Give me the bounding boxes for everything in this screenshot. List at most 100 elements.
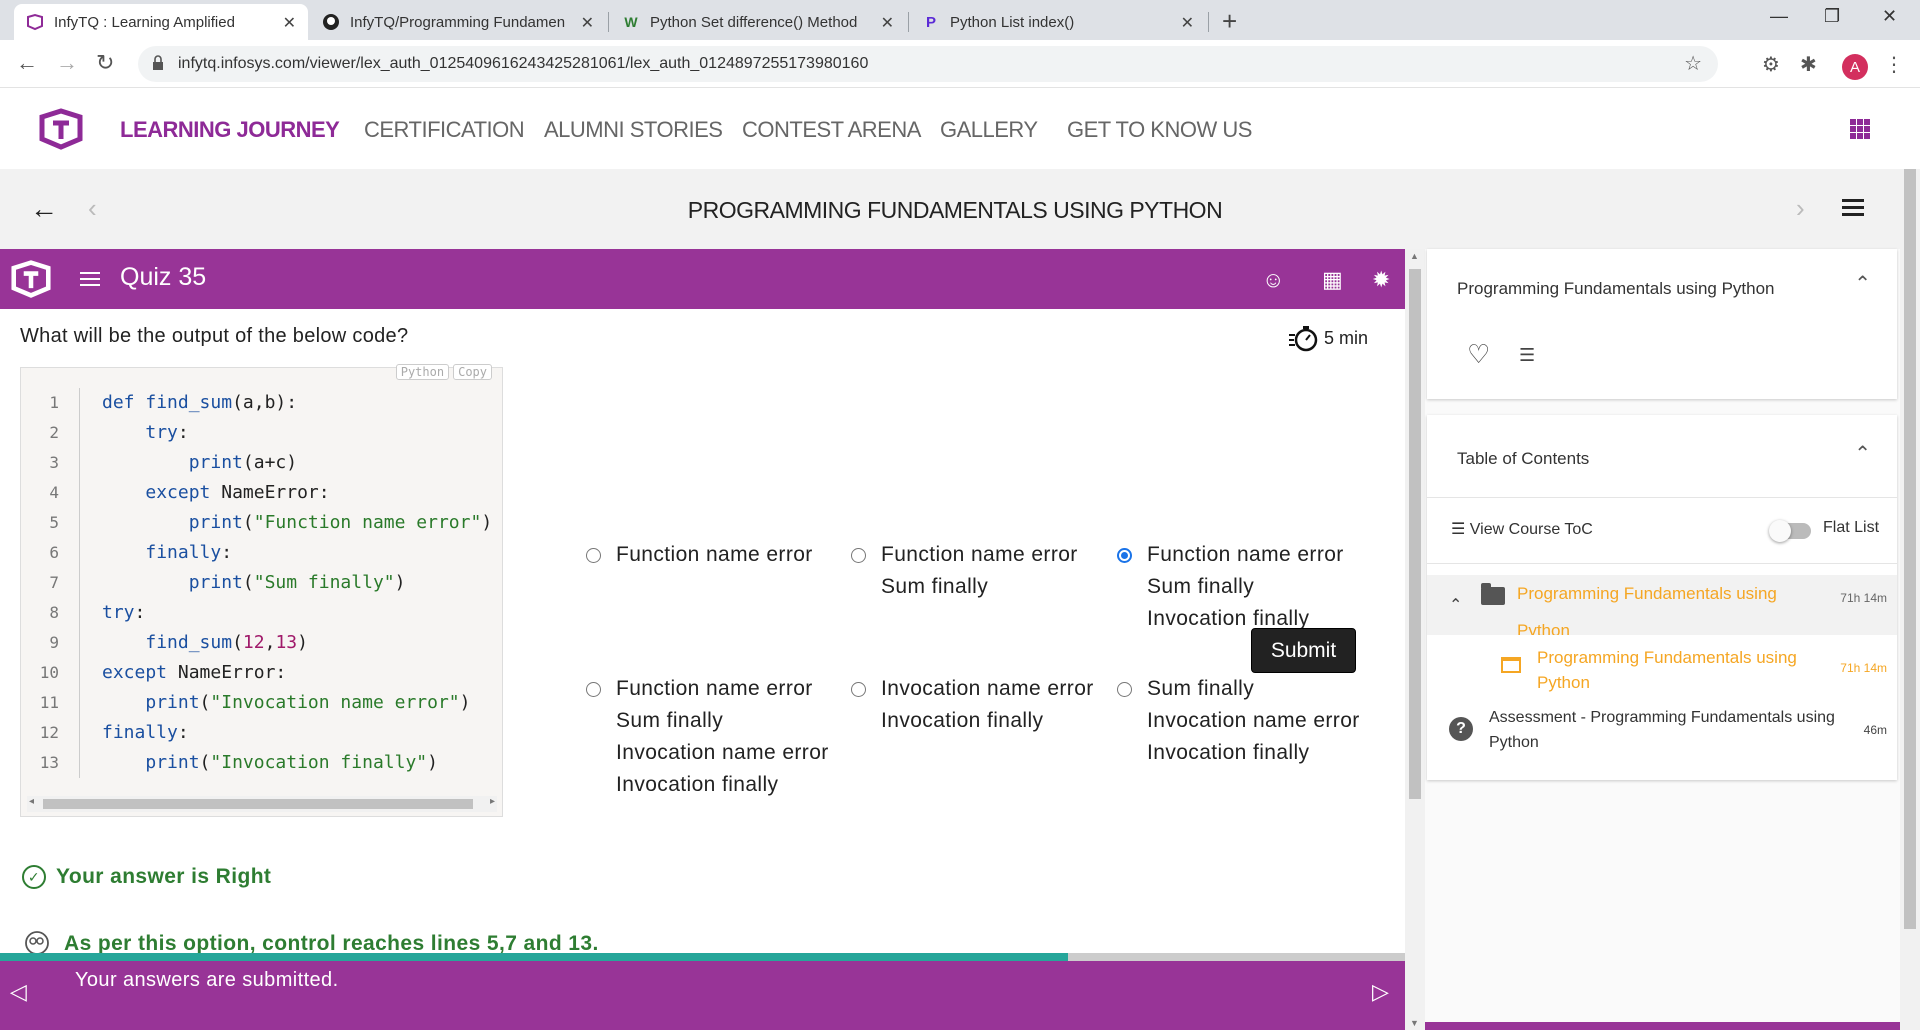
- toc-item[interactable]: ? Assessment - Programming Fundamentals …: [1427, 705, 1897, 765]
- back-arrow-icon[interactable]: ←: [16, 50, 38, 76]
- extensions-puzzle-icon[interactable]: ✱: [1800, 52, 1817, 77]
- flat-list-label: Flat List: [1823, 519, 1880, 536]
- line-number: 1: [49, 393, 59, 412]
- tab-title: InfyTQ : Learning Amplified: [54, 13, 235, 31]
- folder-icon: [1481, 583, 1505, 605]
- verdict-text: Your answer is Right: [56, 865, 272, 888]
- hamburger-menu-icon[interactable]: [1842, 199, 1864, 217]
- quiz-menu-icon[interactable]: [80, 272, 100, 290]
- tab-separator: [608, 12, 609, 32]
- nav-contest-arena[interactable]: CONTEST ARENA: [742, 117, 921, 143]
- radio-button[interactable]: [1117, 682, 1132, 697]
- code-block: Python Copy 1 def find_sum(a,b): 2 try: 3 pr…: [20, 364, 503, 817]
- code-horizontal-scrollbar[interactable]: ◂ ▸: [27, 796, 497, 812]
- code-line: 3 print(a+c): [21, 448, 502, 478]
- smiley-icon[interactable]: ☺: [1262, 267, 1284, 293]
- submit-button[interactable]: Submit: [1251, 628, 1356, 673]
- radio-button[interactable]: [1117, 548, 1132, 563]
- check-circle-icon: ✓: [22, 865, 46, 889]
- code-text: find_sum(12,13): [145, 632, 308, 653]
- line-number: 2: [49, 423, 59, 442]
- restore-icon[interactable]: ❐: [1824, 6, 1840, 27]
- code-text: finally:: [145, 542, 233, 563]
- forward-arrow-icon[interactable]: →: [56, 50, 78, 76]
- nav-learning-journey[interactable]: LEARNING JOURNEY: [120, 117, 340, 143]
- previous-triangle-icon[interactable]: ◁: [10, 979, 27, 1005]
- browser-menu-icon[interactable]: ⋮: [1884, 52, 1904, 77]
- browser-tab-github[interactable]: InfyTQ/Programming Fundamen ✕: [310, 4, 606, 40]
- code-text: except NameError:: [102, 662, 287, 683]
- minimize-icon[interactable]: —: [1770, 6, 1788, 27]
- browser-tab-programiz[interactable]: P Python List index() ✕: [910, 4, 1206, 40]
- quiz-scrollbar[interactable]: ▲ ▼: [1405, 249, 1425, 1030]
- answer-option-5[interactable]: Invocation name error Invocation finally: [851, 673, 1094, 737]
- browser-tab-infytq[interactable]: InfyTQ : Learning Amplified ✕: [14, 4, 308, 40]
- bookmark-star-icon[interactable]: ☆: [1684, 51, 1702, 76]
- radio-button[interactable]: [851, 682, 866, 697]
- close-tab-icon[interactable]: ✕: [581, 13, 594, 33]
- answer-option-2[interactable]: Function name error Sum finally: [851, 539, 1078, 603]
- close-tab-icon[interactable]: ✕: [283, 13, 296, 33]
- collapse-chevron-icon[interactable]: ⌃: [1854, 271, 1871, 296]
- answer-option-line: Invocation finally: [616, 773, 779, 796]
- extension-gear-icon[interactable]: ⚙: [1762, 52, 1780, 77]
- calendar-icon[interactable]: ▦: [1322, 267, 1343, 293]
- answer-option-line: Function name error: [616, 543, 813, 566]
- code-text: except NameError:: [145, 482, 330, 503]
- answer-option-line: Function name error: [1147, 543, 1344, 566]
- code-lines: 1 def find_sum(a,b): 2 try: 3 print(a+c) 4 e…: [21, 388, 502, 778]
- close-tab-icon[interactable]: ✕: [1181, 13, 1194, 33]
- settings-gear-icon[interactable]: ✹: [1372, 267, 1390, 293]
- copy-code-button[interactable]: Copy: [453, 364, 492, 380]
- radio-button[interactable]: [586, 682, 601, 697]
- reload-icon[interactable]: ↻: [96, 50, 114, 76]
- new-tab-button[interactable]: +: [1222, 6, 1237, 37]
- toc-item[interactable]: Programming Fundamentals using Python 71…: [1427, 645, 1897, 701]
- flat-list-toggle[interactable]: [1769, 520, 1811, 542]
- toc-item[interactable]: ⌃ Programming Fundamentals using Python …: [1427, 575, 1897, 635]
- url-field[interactable]: infytq.infosys.com/viewer/lex_auth_01254…: [138, 46, 1718, 82]
- answer-option-6[interactable]: Sum finally Invocation name error Invocati…: [1117, 673, 1360, 769]
- course-sidebar: Programming Fundamentals using Python ⌃ …: [1425, 249, 1900, 1030]
- answer-option-line: Sum finally: [1147, 677, 1255, 700]
- footer-message: Your answers are submitted.: [75, 969, 339, 991]
- nav-gallery[interactable]: GALLERY: [940, 117, 1038, 143]
- line-number: 4: [49, 483, 59, 502]
- collapse-chevron-icon[interactable]: ⌃: [1854, 441, 1871, 466]
- next-chevron-icon[interactable]: ›: [1796, 193, 1805, 224]
- view-course-toc-link[interactable]: ☰ View Course ToC: [1451, 519, 1593, 539]
- radio-button[interactable]: [586, 548, 601, 563]
- answer-option-3[interactable]: Function name error Sum finally Invocation…: [1117, 539, 1344, 635]
- github-favicon-icon: [322, 13, 340, 31]
- nav-alumni-stories[interactable]: ALUMNI STORIES: [544, 117, 723, 143]
- nav-get-to-know-us[interactable]: GET TO KNOW US: [1067, 117, 1252, 143]
- close-tab-icon[interactable]: ✕: [881, 13, 894, 33]
- answer-option-1[interactable]: Function name error: [586, 539, 813, 571]
- caret-up-icon[interactable]: ⌃: [1449, 595, 1462, 615]
- answer-verdict: ✓ Your answer is Right: [22, 865, 271, 889]
- question-mark-icon: ?: [1449, 717, 1473, 741]
- heart-icon[interactable]: ♡: [1467, 339, 1490, 370]
- apps-grid-icon[interactable]: [1850, 119, 1870, 139]
- profile-avatar[interactable]: A: [1842, 54, 1868, 80]
- radio-button[interactable]: [851, 548, 866, 563]
- course-header: ← ‹ PROGRAMMING FUNDAMENTALS USING PYTHO…: [0, 169, 1900, 249]
- answer-option-line: Invocation finally: [881, 709, 1044, 732]
- code-line: 6 finally:: [21, 538, 502, 568]
- infytq-logo[interactable]: [38, 107, 84, 151]
- answer-option-line: Function name error: [881, 543, 1078, 566]
- answer-option-4[interactable]: Function name error Sum finally Invocation…: [586, 673, 829, 801]
- close-window-icon[interactable]: ✕: [1882, 6, 1897, 27]
- playlist-icon[interactable]: ☰: [1519, 345, 1535, 366]
- next-triangle-icon[interactable]: ▷: [1372, 979, 1389, 1005]
- nav-certification[interactable]: CERTIFICATION: [364, 117, 525, 143]
- divider: [1427, 563, 1897, 564]
- browser-tab-w3schools[interactable]: W Python Set difference() Method ✕: [610, 4, 906, 40]
- code-text: try:: [102, 602, 146, 623]
- code-line: 9 find_sum(12,13): [21, 628, 502, 658]
- toc-item-label: Assessment - Programming Fundamentals us…: [1489, 709, 1835, 751]
- code-line: 2 try:: [21, 418, 502, 448]
- tab-title: Python Set difference() Method: [650, 13, 858, 31]
- page-scrollbar[interactable]: [1900, 169, 1920, 1030]
- line-number: 8: [49, 603, 59, 622]
